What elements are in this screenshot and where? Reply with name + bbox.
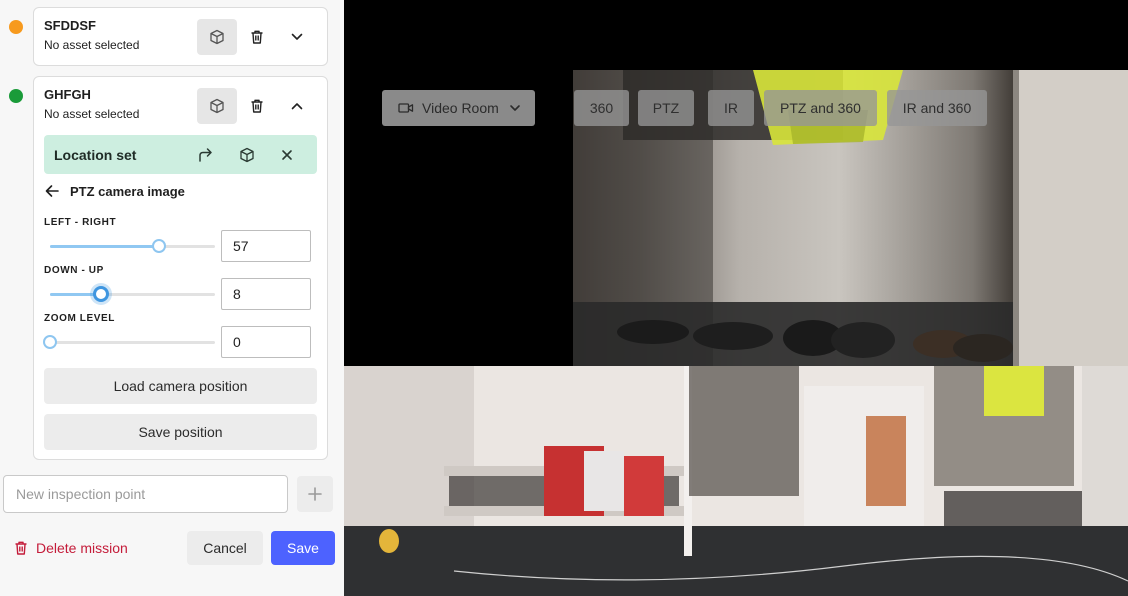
delete-point-button[interactable] [237,19,277,55]
chevron-up-icon [291,103,303,110]
delete-point-button[interactable] [237,88,277,124]
delete-mission-button[interactable]: Delete mission [14,538,128,558]
location-label: Location set [54,147,137,163]
video-room-select[interactable]: Video Room [382,90,535,126]
trash-icon [251,30,263,44]
camera-image-title: PTZ camera image [70,183,185,199]
inspection-point-card-1: SFDDSF No asset selected [33,7,328,66]
video-camera-icon [398,103,414,113]
location-status-bar: Location set [44,135,317,174]
panorama-camera-feed [344,366,1128,596]
collapse-point-button[interactable] [277,88,317,124]
zoom-slider[interactable] [43,335,215,349]
expand-point-button[interactable] [277,19,317,55]
select-asset-button[interactable] [197,19,237,55]
redirect-icon[interactable] [193,142,219,168]
down-up-input[interactable]: 8 [221,278,311,310]
delete-mission-label: Delete mission [36,540,128,556]
select-asset-button[interactable] [197,88,237,124]
slider-label-left-right: LEFT - RIGHT [44,217,117,228]
save-position-button[interactable]: Save position [44,414,317,450]
chevron-down-icon [291,33,303,40]
inspection-point-title: GHFGH [44,87,91,102]
mode-ir-and-360-button[interactable]: IR and 360 [887,90,987,126]
mission-editor-panel: SFDDSF No asset selected GHFGH No asset … [0,0,344,596]
arrow-left-icon [45,185,59,197]
status-dot-green [9,89,23,103]
inspection-point-subtitle: No asset selected [44,38,140,52]
slider-thumb[interactable] [151,239,166,253]
left-right-slider[interactable] [50,239,215,253]
load-camera-position-button[interactable]: Load camera position [44,368,317,404]
video-room-label: Video Room [422,100,499,116]
mode-ptz-button[interactable]: PTZ [638,90,694,126]
trash-icon [15,541,27,555]
left-right-input[interactable]: 57 [221,230,311,262]
close-icon[interactable] [274,142,300,168]
cube-icon [210,98,224,114]
slider-fill [50,245,159,248]
chevron-down-icon [509,105,520,111]
slider-label-down-up: DOWN - UP [44,265,104,276]
add-inspection-point-button[interactable] [297,476,333,512]
slider-label-zoom: ZOOM LEVEL [44,313,115,324]
inspection-point-card-2: GHFGH No asset selected Location set PTZ [33,76,328,460]
cube-icon[interactable] [234,142,260,168]
slider-thumb[interactable] [93,286,110,302]
video-area: Video Room 360 PTZ IR PTZ and 360 IR and… [344,0,1128,596]
save-button[interactable]: Save [271,531,335,565]
mode-ptz-and-360-button[interactable]: PTZ and 360 [764,90,877,126]
trash-icon [251,99,263,113]
inspection-point-title: SFDDSF [44,18,96,33]
cube-icon [210,29,224,45]
panorama-feed-illustration [344,366,1128,596]
status-dot-orange [9,20,23,34]
slider-thumb[interactable] [43,335,57,349]
mode-ir-button[interactable]: IR [708,90,754,126]
down-up-slider[interactable] [50,286,215,302]
camera-image-back[interactable]: PTZ camera image [44,181,185,201]
plus-icon [308,487,322,501]
cancel-button[interactable]: Cancel [187,531,263,565]
zoom-input[interactable]: 0 [221,326,311,358]
new-inspection-point-input[interactable]: New inspection point [3,475,288,513]
inspection-point-subtitle: No asset selected [44,107,140,121]
mode-360-button[interactable]: 360 [574,90,629,126]
